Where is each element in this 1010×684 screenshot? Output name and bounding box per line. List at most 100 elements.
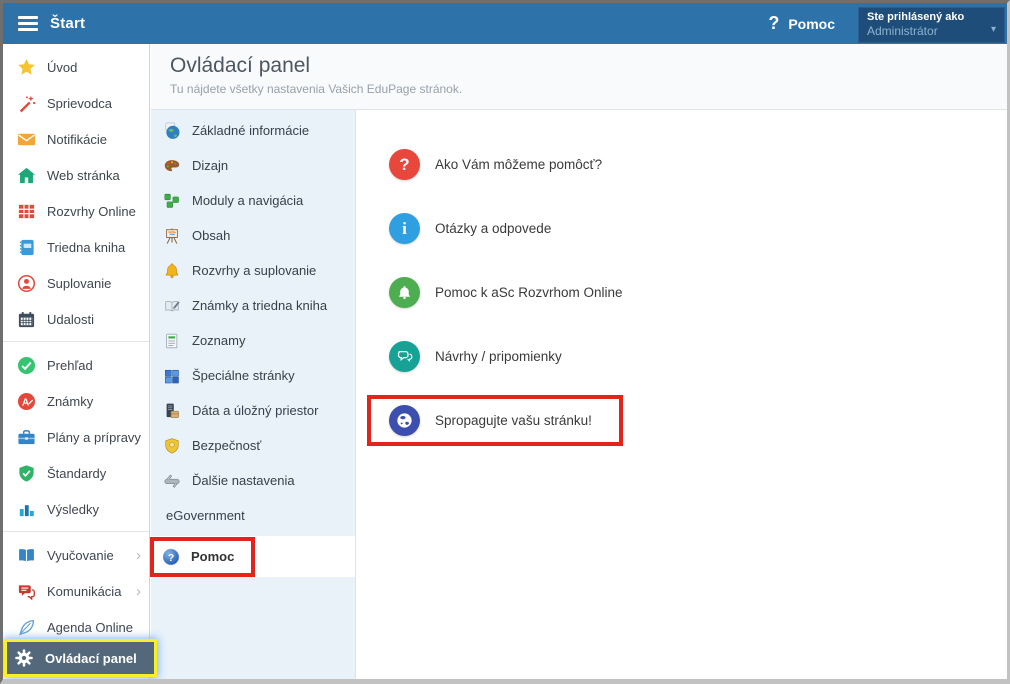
sidebar-item-web-stranka[interactable]: Web stránka bbox=[3, 157, 149, 193]
magic-wand-icon bbox=[16, 93, 36, 113]
globe-circle-icon bbox=[389, 405, 420, 436]
hamburger-menu-icon[interactable] bbox=[18, 16, 38, 31]
help-link-row-pomoc-k-asc-rozvrhom-online[interactable]: Pomoc k aSc Rozvrhom Online bbox=[389, 260, 1007, 324]
sidebar-item-label: Sprievodca bbox=[47, 96, 112, 111]
sidebar-item-prehlad[interactable]: Prehľad bbox=[3, 347, 149, 383]
question-mark-icon: ? bbox=[768, 13, 779, 34]
sidebar-item-label: Vyučovanie bbox=[47, 548, 114, 563]
page-header: Ovládací panel Tu nájdete všetky nastave… bbox=[151, 44, 1007, 110]
sidebar-item-znamky[interactable]: A Známky bbox=[3, 383, 149, 419]
submenu-item-zoznamy[interactable]: Zoznamy bbox=[151, 323, 355, 358]
submenu-item-rozvrhy-a-suplovanie[interactable]: Rozvrhy a suplovanie bbox=[151, 253, 355, 288]
submenu-item-obsah[interactable]: Obsah bbox=[151, 218, 355, 253]
sidebar-item-label: Známky bbox=[47, 394, 93, 409]
bell-circle-icon bbox=[389, 277, 420, 308]
submenu-item-pomoc-selected[interactable]: ? Pomoc bbox=[150, 537, 255, 577]
calendar-icon bbox=[16, 309, 36, 329]
sidebar-item-komunikacia[interactable]: Komunikácia › bbox=[3, 573, 149, 609]
submenu-item-label: Známky a triedna kniha bbox=[192, 298, 327, 313]
submenu-item-label: Ďalšie nastavenia bbox=[192, 473, 295, 488]
book-pen-icon bbox=[161, 296, 183, 316]
sidebar-item-udalosti[interactable]: Udalosti bbox=[3, 301, 149, 337]
svg-text:?: ? bbox=[168, 552, 174, 563]
sidebar-item-notifikacie[interactable]: Notifikácie bbox=[3, 121, 149, 157]
help-link-row-otazky-a-odpovede[interactable]: iOtázky a odpovede bbox=[389, 196, 1007, 260]
help-link-row-spropagujte-vasu-stranku: Spropagujte vašu stránku! bbox=[389, 388, 1007, 452]
help-link-label: Spropagujte vašu stránku! bbox=[435, 413, 592, 428]
sidebar-item-suplovanie[interactable]: Suplovanie bbox=[3, 265, 149, 301]
sidebar-item-label: Prehľad bbox=[47, 358, 93, 373]
sidebar-item-label: Komunikácia bbox=[47, 584, 121, 599]
submenu-item-dalsie-nastavenia[interactable]: Ďalšie nastavenia bbox=[151, 463, 355, 498]
home-icon bbox=[16, 165, 36, 185]
sidebar-item-label: Agenda Online bbox=[47, 620, 133, 635]
highlighted-link-spropagujte-vasu-stranku[interactable]: Spropagujte vašu stránku! bbox=[367, 395, 623, 446]
help-button[interactable]: ? Pomoc bbox=[768, 3, 835, 44]
grade-circle-icon: A bbox=[16, 391, 36, 411]
palette-icon bbox=[161, 156, 183, 176]
submenu-footer-panel bbox=[151, 577, 355, 679]
help-link-row-navrhy-pripomienky[interactable]: Návrhy / pripomienky bbox=[389, 324, 1007, 388]
sidebar-item-standardy[interactable]: Štandardy bbox=[3, 455, 149, 491]
top-bar: Štart ? Pomoc Ste prihlásený ako Adminis… bbox=[3, 3, 1007, 44]
sidebar-item-vyucovanie[interactable]: Vyučovanie › bbox=[3, 537, 149, 573]
submenu-item-znamky-a-triedna-kniha[interactable]: Známky a triedna kniha bbox=[151, 288, 355, 323]
sidebar-item-label: Rozvrhy Online bbox=[47, 204, 136, 219]
blue-cubes-icon bbox=[161, 366, 183, 386]
chevron-right-icon: › bbox=[136, 548, 141, 563]
sidebar-item-label: Triedna kniha bbox=[47, 240, 125, 255]
help-link-label: Ako Vám môžeme pomôcť? bbox=[435, 157, 602, 172]
submenu-item-label: Bezpečnosť bbox=[192, 438, 261, 453]
submenu-item-label: Špeciálne stránky bbox=[192, 368, 295, 383]
submenu-item-label: Dáta a úložný priestor bbox=[192, 403, 318, 418]
sidebar-item-uvod[interactable]: Úvod bbox=[3, 49, 149, 85]
submenu-item-specialne-stranky[interactable]: Špeciálne stránky bbox=[151, 358, 355, 393]
left-sidebar: Úvod Sprievodca NotifikácieWeb stránka Rozv… bbox=[3, 44, 150, 679]
sidebar-item-label: Úvod bbox=[47, 60, 77, 75]
bar-chart-icon bbox=[16, 499, 36, 519]
notepad-icon bbox=[161, 331, 183, 351]
chat-bubbles-icon bbox=[16, 581, 36, 601]
timetable-grid-icon bbox=[16, 201, 36, 221]
submenu-item-dizajn[interactable]: Dizajn bbox=[151, 148, 355, 183]
sidebar-item-label: Udalosti bbox=[47, 312, 94, 327]
submenu-selected-label: Pomoc bbox=[191, 549, 234, 564]
help-circle-icon: ? bbox=[160, 547, 182, 567]
tools-icon bbox=[161, 471, 183, 491]
svg-text:A: A bbox=[21, 397, 28, 408]
shield-yellow-icon bbox=[161, 436, 183, 456]
chat-circle-icon bbox=[389, 341, 420, 372]
edupage-window: Štart ? Pomoc Ste prihlásený ako Adminis… bbox=[0, 0, 1010, 684]
sidebar-item-rozvrhy-online[interactable]: Rozvrhy Online bbox=[3, 193, 149, 229]
feather-pen-icon bbox=[16, 617, 36, 637]
help-link-label: Návrhy / pripomienky bbox=[435, 349, 562, 364]
help-link-row-ako-vam-mozeme-pomoct[interactable]: ?Ako Vám môžeme pomôcť? bbox=[389, 132, 1007, 196]
sidebar-item-plany-a-pripravy[interactable]: Plány a prípravy bbox=[3, 419, 149, 455]
submenu-item-data-a-ulozny-priestor[interactable]: Dáta a úložný priestor bbox=[151, 393, 355, 428]
submenu-item-zakladne-informacie[interactable]: Základné informácie bbox=[151, 113, 355, 148]
chevron-down-icon: ▾ bbox=[991, 24, 996, 35]
gear-icon bbox=[14, 648, 34, 668]
modules-cubes-icon bbox=[161, 191, 183, 211]
open-book-icon bbox=[16, 545, 36, 565]
sidebar-item-triedna-kniha[interactable]: Triedna kniha bbox=[3, 229, 149, 265]
submenu-item-bezpecnost[interactable]: Bezpečnosť bbox=[151, 428, 355, 463]
user-role-value: Administrátor bbox=[867, 24, 996, 38]
sidebar-item-sprievodca[interactable]: Sprievodca bbox=[3, 85, 149, 121]
submenu-item-egovernment[interactable]: eGovernment bbox=[151, 498, 355, 533]
submenu-item-label: eGovernment bbox=[166, 508, 245, 523]
submenu-item-label: Dizajn bbox=[192, 158, 228, 173]
shield-check-icon bbox=[16, 463, 36, 483]
info-circle-icon: i bbox=[389, 213, 420, 244]
bell-yellow-icon bbox=[161, 261, 183, 281]
briefcase-icon bbox=[16, 427, 36, 447]
logged-in-user-dropdown[interactable]: Ste prihlásený ako Administrátor ▾ bbox=[858, 7, 1005, 43]
main-content: ?Ako Vám môžeme pomôcť?iOtázky a odpoved… bbox=[357, 110, 1007, 679]
submenu-selected-row: ? Pomoc bbox=[151, 536, 355, 577]
submenu-item-moduly-a-navigacia[interactable]: Moduly a navigácia bbox=[151, 183, 355, 218]
start-menu-label[interactable]: Štart bbox=[50, 15, 85, 32]
sidebar-item-vysledky[interactable]: Výsledky bbox=[3, 491, 149, 527]
chevron-right-icon: › bbox=[136, 584, 141, 599]
sidebar-active-label: Ovládací panel bbox=[45, 651, 137, 666]
sidebar-item-ovladaci-panel-active[interactable]: Ovládací panel bbox=[4, 639, 157, 677]
